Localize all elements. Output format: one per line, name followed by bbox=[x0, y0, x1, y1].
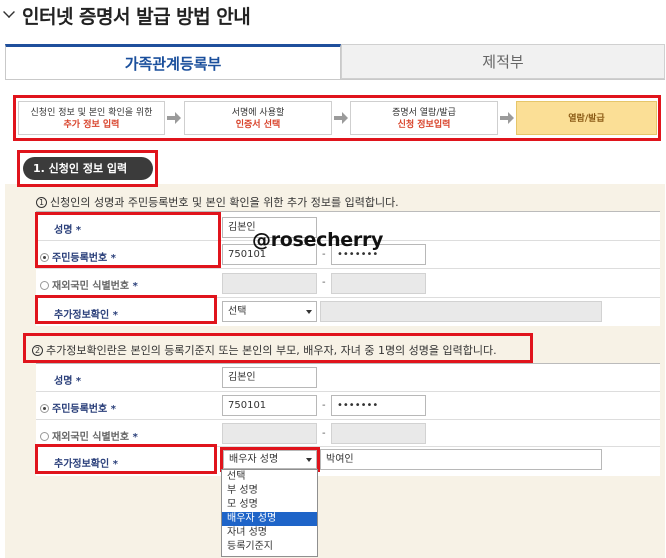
dropdown-option[interactable]: 배우자 성명 bbox=[222, 512, 317, 526]
tab-divider bbox=[5, 79, 665, 80]
rrn-radio[interactable] bbox=[40, 404, 49, 413]
step-arrow-icon bbox=[500, 112, 514, 124]
form1-foreign-front-input[interactable] bbox=[222, 273, 317, 294]
instruction-2-text: 추가정보확인란은 본인의 등록기준지 또는 본인의 부모, 배우자, 자녀 중 … bbox=[46, 344, 497, 357]
form1-extra-label: 추가정보확인 * bbox=[54, 310, 118, 321]
row-divider bbox=[36, 391, 660, 392]
step-3-line2: 신청 정보입력 bbox=[397, 120, 451, 130]
form2-rrn-back-input[interactable]: ••••••• bbox=[331, 395, 426, 416]
title-check-icon bbox=[3, 6, 15, 18]
step-4-line1: 열람/발급 bbox=[568, 114, 605, 124]
step-2-line2: 인증서 선택 bbox=[235, 120, 281, 130]
rrn-radio[interactable] bbox=[40, 253, 49, 262]
foreign-radio[interactable] bbox=[40, 432, 49, 441]
tab-family-register[interactable]: 가족관계등록부 bbox=[5, 44, 341, 79]
chevron-down-icon bbox=[306, 458, 312, 462]
step-4: 열람/발급 bbox=[516, 101, 657, 135]
step-1-line1: 신청인 정보 및 본인 확인을 위한 bbox=[30, 108, 153, 118]
instruction-1: 1 신청인의 성명과 주민등록번호 및 본인 확인을 위한 추가 정보를 입력합니… bbox=[36, 194, 399, 210]
form1-rrn-label[interactable]: 주민등록번호 * bbox=[40, 249, 116, 264]
step-1: 신청인 정보 및 본인 확인을 위한 추가 정보 입력 bbox=[18, 101, 165, 135]
tab-removed-register[interactable]: 제적부 bbox=[341, 44, 665, 79]
foreign-dash: - bbox=[322, 428, 326, 439]
form2-rrn-front-input[interactable]: 750101 bbox=[222, 395, 317, 416]
form2-name-label: 성명 * bbox=[54, 376, 82, 387]
page-title: 인터넷 증명서 발급 방법 안내 bbox=[22, 6, 251, 28]
watermark-text: @rosecherry bbox=[252, 229, 384, 251]
dropdown-option[interactable]: 모 성명 bbox=[222, 498, 317, 512]
form2-name-input[interactable]: 김본인 bbox=[222, 367, 317, 388]
instruction-1-text: 신청인의 성명과 주민등록번호 및 본인 확인을 위한 추가 정보를 입력합니다… bbox=[50, 196, 399, 209]
instruction-2-number: 2 bbox=[32, 345, 43, 356]
step-3-line1: 증명서 열람/발급 bbox=[392, 108, 456, 118]
form2-extra-value-input[interactable]: 박여인 bbox=[320, 449, 602, 470]
foreign-radio[interactable] bbox=[40, 281, 49, 290]
row-divider bbox=[36, 268, 660, 269]
form2-foreign-back-input[interactable] bbox=[331, 423, 426, 444]
foreign-dash: - bbox=[322, 277, 326, 288]
form2-foreign-label[interactable]: 재외국민 식별번호 * bbox=[40, 428, 138, 443]
section-title: 1. 신청인 정보 입력 bbox=[23, 157, 153, 180]
chevron-down-icon bbox=[306, 310, 312, 314]
step-arrow-icon bbox=[167, 112, 181, 124]
step-arrow-icon bbox=[334, 112, 348, 124]
form1-extra-select[interactable]: 선택 bbox=[222, 301, 317, 322]
dropdown-option[interactable]: 자녀 성명 bbox=[222, 526, 317, 540]
form1-foreign-label[interactable]: 재외국민 식별번호 * bbox=[40, 277, 138, 292]
step-2-line1: 서명에 사용할 bbox=[231, 108, 285, 118]
form1-extra-value-input[interactable] bbox=[320, 301, 602, 322]
form1-name-label: 성명 * bbox=[54, 225, 82, 236]
form2-extra-label: 추가정보확인 * bbox=[54, 459, 118, 470]
instruction-2: 2 추가정보확인란은 본인의 등록기준지 또는 본인의 부모, 배우자, 자녀 중… bbox=[32, 342, 497, 358]
form2-rrn-label[interactable]: 주민등록번호 * bbox=[40, 400, 116, 415]
form1-foreign-back-input[interactable] bbox=[331, 273, 426, 294]
dropdown-option[interactable]: 선택 bbox=[222, 470, 317, 484]
step-1-line2: 추가 정보 입력 bbox=[63, 120, 120, 130]
dropdown-option[interactable]: 등록기준지 bbox=[222, 540, 317, 554]
step-2: 서명에 사용할 인증서 선택 bbox=[184, 101, 332, 135]
form2-foreign-front-input[interactable] bbox=[222, 423, 317, 444]
step-3: 증명서 열람/발급 신청 정보입력 bbox=[350, 101, 498, 135]
dropdown-option[interactable]: 부 성명 bbox=[222, 484, 317, 498]
instruction-1-number: 1 bbox=[36, 197, 47, 208]
form2-extra-select[interactable]: 배우자 성명 bbox=[223, 450, 317, 469]
extra-info-dropdown[interactable]: 선택 부 성명 모 성명 배우자 성명 자녀 성명 등록기준지 bbox=[221, 469, 318, 557]
rrn-dash: - bbox=[322, 400, 326, 411]
row-divider bbox=[36, 419, 660, 420]
